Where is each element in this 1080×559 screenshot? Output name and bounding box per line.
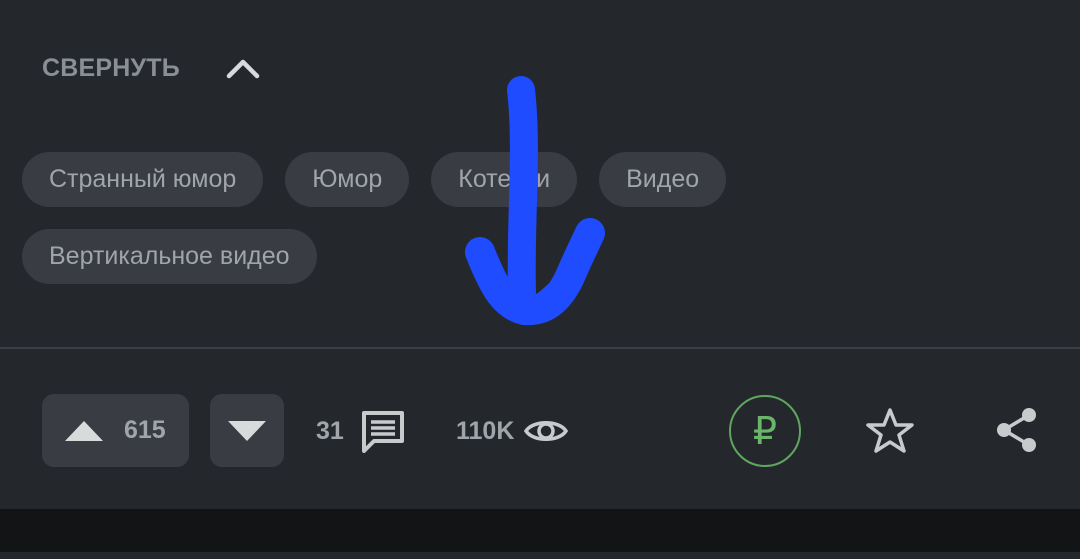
ruble-icon: ₽ [752,409,778,453]
tag-video[interactable]: Видео [599,152,727,207]
comment-icon [361,411,404,453]
rating-count: 615 [124,416,166,444]
upvote-button[interactable]: 615 [42,394,189,467]
tag-list: Странный юмор Юмор Котейки Видео Вертика… [22,152,1062,306]
eye-icon [524,421,569,441]
bottom-edge [0,552,1080,559]
bottom-bar [0,509,1080,552]
tag-humor[interactable]: Юмор [285,152,410,207]
downvote-button[interactable] [210,394,284,467]
views-counter: 110K [456,408,569,454]
collapse-button[interactable]: СВЕРНУТЬ [42,48,260,88]
triangle-down-icon [228,420,266,441]
donate-button[interactable]: ₽ [729,395,801,467]
chevron-up-icon [226,59,260,79]
collapse-label: СВЕРНУТЬ [42,53,180,82]
views-count: 110K [456,416,515,445]
triangle-up-icon [65,420,103,441]
tag-strange-humor[interactable]: Странный юмор [22,152,264,207]
comments-button[interactable]: 31 [316,408,406,454]
share-icon[interactable] [994,406,1040,454]
comments-count: 31 [316,416,344,445]
tag-row: Вертикальное видео [22,229,1062,284]
star-icon[interactable] [866,407,914,455]
tag-row: Странный юмор Юмор Котейки Видео [22,152,1062,207]
tag-cats[interactable]: Котейки [431,152,578,207]
tag-vertical-video[interactable]: Вертикальное видео [22,229,317,284]
divider [0,347,1080,349]
